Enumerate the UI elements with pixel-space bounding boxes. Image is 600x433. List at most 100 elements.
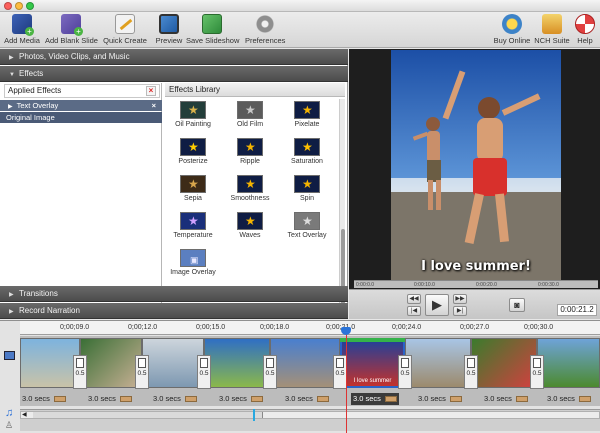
clip-duration[interactable]: 3.0 secs [88,393,132,405]
clip-duration[interactable]: 3.0 secs [418,393,462,405]
effect-waves[interactable]: ★ Waves [222,212,278,248]
ripple-thumb: ★ [237,138,263,156]
effect-saturation[interactable]: ★ Saturation [279,138,335,174]
effect-posterize[interactable]: ★ Posterize [165,138,221,174]
left-panel: ▶ Photos, Video Clips, and Music ▼ Effects… [0,49,348,319]
clip-duration[interactable]: 3.0 secs [285,393,329,405]
remove-effect-icon[interactable]: × [152,100,156,111]
timeline-clip[interactable] [20,338,80,388]
effect-text-overlay[interactable]: ★ Text Overlay [279,212,335,248]
transition-marker[interactable]: 0.5 [263,355,277,389]
spin-thumb: ★ [294,175,320,193]
cart-icon [502,14,522,34]
applied-effect-original-image[interactable]: Original Image [0,112,162,123]
duration-handle-icon [250,396,263,403]
section-photos[interactable]: ▶ Photos, Video Clips, and Music [0,49,348,65]
section-record-narration[interactable]: ▶ Record Narration [0,303,348,319]
quick-create-icon [115,14,135,34]
applied-effects-panel: Applied Effects × ▶ Text Overlay × Origin… [0,83,162,313]
add-media-button[interactable]: + Add Media [4,14,40,47]
save-slideshow-button[interactable]: Save Slideshow [186,14,239,47]
preview-video: I love summer! [391,50,561,281]
film-icon [159,14,179,34]
transition-icon [336,358,344,368]
timeline-clip[interactable] [537,338,600,388]
effect-old-film[interactable]: ★ Old Film [222,101,278,137]
effect-sepia[interactable]: ★ Sepia [165,175,221,211]
transition-marker[interactable]: 0.5 [73,355,87,389]
applied-effect-text-overlay[interactable]: ▶ Text Overlay × [0,100,162,111]
clip-duration[interactable]: 3.0 secs [547,393,591,405]
add-blank-slide-button[interactable]: + Add Blank Slide [45,14,98,47]
nch-suite-button[interactable]: NCH Suite [534,14,570,47]
effect-oil-painting[interactable]: ★ Oil Painting [165,101,221,137]
help-button[interactable]: Help [574,14,596,47]
scroll-left-icon[interactable]: ◀ [22,412,27,418]
effects-library-header: Effects Library [165,83,345,97]
clip-duration-selected[interactable]: 3.0 secs [351,393,399,405]
timeline-ruler[interactable]: 0;00;09.0 0;00;12.0 0;00;15.0 0;00;18.0 … [20,321,600,335]
go-to-end-button[interactable]: ▶| [453,306,467,316]
timeline-clip[interactable] [471,338,537,388]
oil-painting-thumb: ★ [180,101,206,119]
play-button[interactable]: ▶ [425,294,449,316]
timeline-clip[interactable] [270,338,340,388]
timeline-clip[interactable] [142,338,204,388]
gear-icon [255,14,275,34]
duration-handle-icon [384,396,397,403]
quick-create-button[interactable]: Quick Create [103,14,147,47]
rewind-button[interactable]: ◀◀ [407,294,421,304]
transition-marker[interactable]: 0.5 [135,355,149,389]
playhead[interactable] [346,328,347,433]
image-overlay-thumb: ▣ [180,249,206,267]
timeline-scrollbar[interactable]: ◀ [20,409,600,421]
smoothness-thumb: ★ [237,175,263,193]
effect-spin[interactable]: ★ Spin [279,175,335,211]
preview-caption: I love summer! [421,259,531,274]
temperature-thumb: ★ [180,212,206,230]
effect-temperature[interactable]: ★ Temperature [165,212,221,248]
transition-marker[interactable]: 0.5 [398,355,412,389]
snapshot-button[interactable]: ◙ [509,298,525,312]
clip-overlay-text: I love summer [353,378,392,384]
effect-smoothness[interactable]: ★ Smoothness [222,175,278,211]
effect-ripple[interactable]: ★ Ripple [222,138,278,174]
timecode-display: 0:00:21.2 [557,304,597,316]
timeline-clip[interactable] [405,338,471,388]
effect-image-overlay[interactable]: ▣ Image Overlay [165,249,221,285]
timeline-scroll-thumb[interactable] [33,412,263,418]
clip-duration[interactable]: 3.0 secs [22,393,66,405]
close-window-button[interactable] [4,2,12,10]
effects-scrollbar[interactable] [339,99,345,313]
timeline-clip-selected[interactable]: I love summer [340,338,405,388]
effect-pixelate[interactable]: ★ Pixelate [279,101,335,137]
collapsed-arrow-icon: ▶ [9,309,14,315]
preferences-button[interactable]: Preferences [245,14,285,47]
old-film-thumb: ★ [237,101,263,119]
clip-duration[interactable]: 3.0 secs [219,393,263,405]
blank-slide-icon: + [61,14,83,36]
clip-duration[interactable]: 3.0 secs [153,393,197,405]
timeline-clip[interactable] [204,338,270,388]
delete-effect-button[interactable]: × [146,86,156,96]
fast-forward-button[interactable]: ▶▶ [453,294,467,304]
scroll-marker [253,409,255,421]
collapsed-arrow-icon: ▶ [8,104,13,110]
go-to-start-button[interactable]: |◀ [407,306,421,316]
collapsed-arrow-icon: ▶ [9,55,14,61]
preview-button[interactable]: Preview [154,14,184,47]
maximize-window-button[interactable] [26,2,34,10]
section-effects[interactable]: ▼ Effects [0,66,348,82]
title-bar [0,0,600,12]
section-transitions[interactable]: ▶ Transitions [0,286,348,302]
transition-icon [266,358,274,368]
transition-marker[interactable]: 0.5 [333,355,347,389]
preview-ruler[interactable]: 0:00:0.0 0:00:10.0 0:00:20.0 0:00:30.0 [354,280,598,288]
timeline-clip[interactable] [80,338,142,388]
minimize-window-button[interactable] [15,2,23,10]
transition-marker[interactable]: 0.5 [197,355,211,389]
buy-online-button[interactable]: Buy Online [493,14,531,47]
transition-marker[interactable]: 0.5 [530,355,544,389]
clip-duration[interactable]: 3.0 secs [484,393,528,405]
transition-marker[interactable]: 0.5 [464,355,478,389]
